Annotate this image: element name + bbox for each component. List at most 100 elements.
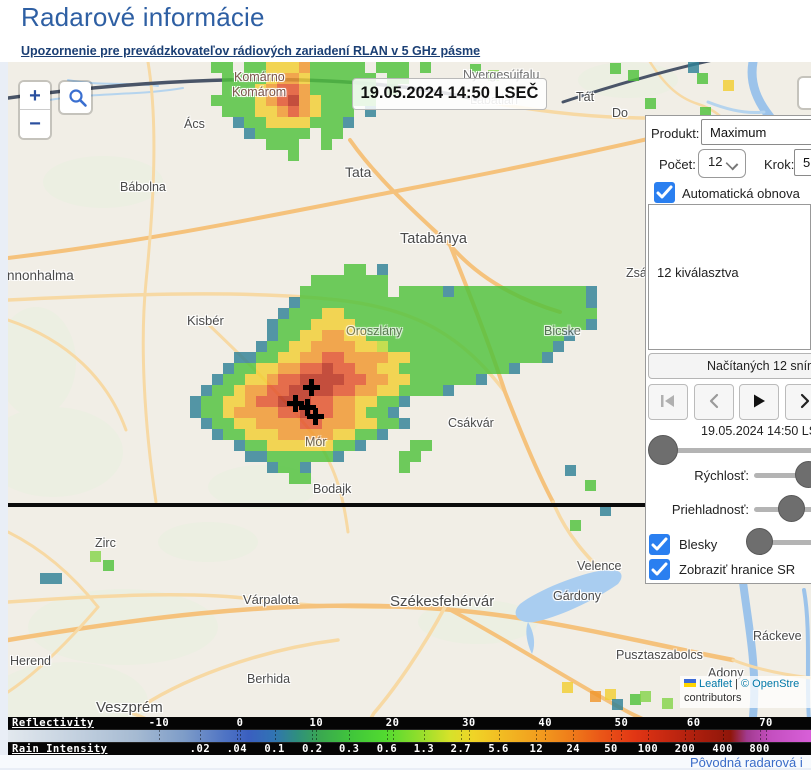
attribution-line2: contributors	[684, 692, 811, 706]
scale-tick: .02	[190, 743, 210, 755]
auto-refresh-label: Automatická obnova	[682, 186, 800, 201]
zoom-out-button[interactable]: −	[20, 110, 50, 138]
map-label: Tát	[576, 90, 594, 104]
map-label: Komárno	[234, 70, 285, 84]
osm-link[interactable]: © OpenStre	[741, 678, 799, 690]
scale-tick: 20	[386, 717, 400, 729]
krok-label: Krok:	[764, 157, 794, 172]
scale-tick: 5.6	[488, 743, 508, 755]
skip-to-start-button[interactable]	[648, 384, 688, 420]
play-icon	[751, 393, 767, 409]
rain-intensity-bar: Rain Intensity .02.040.10.20.30.61.32.75…	[8, 743, 811, 755]
rain-intensity-label: Rain Intensity	[12, 743, 108, 755]
borders-checkbox[interactable]	[649, 559, 670, 580]
scale-gradient	[8, 729, 811, 743]
control-panel: Produkt: Počet: 12 Krok: Automatická obn…	[645, 115, 811, 584]
zoom-in-button[interactable]: +	[20, 82, 50, 110]
scale-tick: 70	[759, 717, 773, 729]
lightning-strike-icon	[303, 379, 320, 396]
timeline-slider-track[interactable]	[656, 448, 811, 453]
load-frames-button[interactable]: Načítaných 12 snímo	[648, 353, 811, 379]
ukraine-flag-icon	[684, 679, 696, 687]
frames-selected-status: 12 kiválasztva	[657, 265, 739, 280]
timestamp-box: 19.05.2024 14:50 LSEČ	[352, 78, 547, 110]
scale-tick: -10	[149, 717, 169, 729]
map-label: Gárdony	[553, 589, 601, 603]
checkmark-icon	[651, 562, 668, 577]
map-label: Pusztaszabolcs	[616, 648, 703, 662]
map-label: Veszprém	[96, 699, 163, 716]
map-label: Tata	[345, 164, 371, 180]
chevron-right-icon	[798, 393, 811, 409]
scale-tick: 50	[615, 717, 629, 729]
map-label: Velence	[577, 559, 621, 573]
step-back-button[interactable]	[694, 384, 734, 420]
produkt-input[interactable]	[701, 119, 811, 145]
scale-tick: 50	[604, 743, 618, 755]
frames-listbox[interactable]: 12 kiválasztva	[648, 204, 811, 350]
speed-slider-thumb[interactable]	[795, 461, 811, 488]
scale-tick: 0.2	[302, 743, 322, 755]
scale-tick: 800	[749, 743, 769, 755]
map-label: Bábolna	[120, 180, 166, 194]
pocet-select[interactable]: 12	[698, 149, 746, 178]
lightning-strike-icon	[307, 408, 324, 425]
scale-tick: 100	[638, 743, 658, 755]
map-attribution: Leaflet | © OpenStre contributors	[680, 676, 811, 708]
rlan-warning-link[interactable]: Upozornenie pre prevádzkovateľov rádiový…	[21, 44, 480, 58]
checkmark-icon	[656, 185, 673, 200]
play-button[interactable]	[739, 384, 779, 420]
attribution-separator: |	[732, 678, 741, 690]
skip-start-icon	[659, 393, 677, 409]
scale-tick: 1.3	[414, 743, 434, 755]
map-label: Bodajk	[313, 482, 351, 496]
page-title: Radarové informácie	[21, 2, 265, 33]
map-label: Tatabánya	[400, 231, 467, 247]
lightning-checkbox[interactable]	[649, 534, 670, 555]
lightning-slider-thumb[interactable]	[746, 528, 773, 555]
scale-tick: 200	[675, 743, 695, 755]
layers-control[interactable]	[799, 78, 811, 108]
map-label: Zirc	[95, 536, 116, 550]
scale-tick: 400	[712, 743, 732, 755]
pocet-value: 12	[708, 154, 722, 169]
scale-tick: .04	[227, 743, 247, 755]
radar-map[interactable]: KomárnoKomáromÁcsNyergesújfaluLábatlanTá…	[8, 62, 811, 755]
map-label: Ráckeve	[753, 629, 802, 643]
scale-tick: 2.7	[451, 743, 471, 755]
color-scale: Reflectivity -10010203040506070 Rain Int…	[8, 717, 811, 755]
search-button[interactable]	[60, 82, 91, 113]
chevron-left-icon	[707, 393, 721, 409]
scale-tick: 0	[237, 717, 244, 729]
leaflet-link[interactable]: Leaflet	[699, 678, 732, 690]
scale-tick: 10	[310, 717, 324, 729]
map-label: Berhida	[247, 672, 290, 686]
scale-tick: 12	[530, 743, 544, 755]
map-label: nnonhalma	[8, 268, 74, 283]
map-label: Do	[612, 106, 628, 120]
produkt-label: Produkt:	[651, 126, 699, 141]
scale-tick: 0.1	[264, 743, 284, 755]
map-label: Oroszlány	[346, 324, 402, 338]
map-label: Mór	[305, 435, 327, 449]
map-label: Komárom	[232, 85, 286, 99]
zoom-control: + −	[20, 82, 50, 138]
map-label: Várpalota	[243, 592, 299, 607]
opacity-label: Priehladnosť:	[649, 502, 749, 517]
reflectivity-bar: Reflectivity -10010203040506070	[8, 717, 811, 729]
current-frame-date: 19.05.2024 14:50 LSE	[701, 424, 811, 438]
map-label: Bicske	[544, 324, 581, 338]
map-label: Herend	[10, 654, 51, 668]
chevron-down-icon	[726, 158, 739, 171]
timeline-slider-thumb[interactable]	[648, 435, 678, 465]
map-label: Székesfehérvár	[390, 593, 494, 610]
scale-tick: 0.6	[377, 743, 397, 755]
borders-label: Zobraziť hranice SR	[679, 562, 795, 577]
scale-tick: 60	[687, 717, 701, 729]
krok-input[interactable]	[794, 149, 811, 176]
scale-tick: 30	[462, 717, 476, 729]
step-forward-button[interactable]	[785, 384, 811, 420]
auto-refresh-checkbox[interactable]	[654, 182, 675, 203]
opacity-slider-thumb[interactable]	[778, 495, 805, 522]
reflectivity-label: Reflectivity	[12, 717, 94, 729]
